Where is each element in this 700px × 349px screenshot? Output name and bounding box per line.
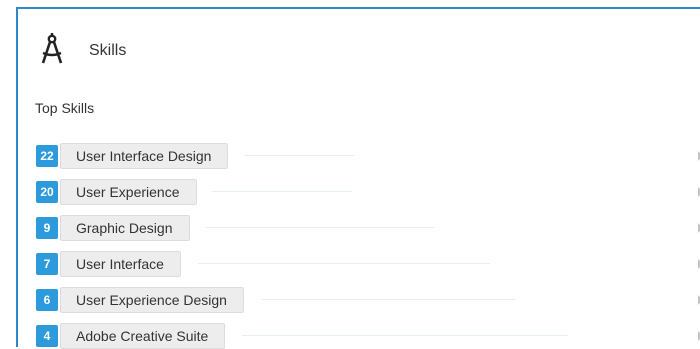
endorsement-count-badge: 20 [36,181,58,203]
endorsement-track [242,335,568,336]
endorsement-track [212,191,352,192]
skill-row[interactable]: 9 Graphic Design [36,215,700,241]
skill-name-pill[interactable]: User Experience [60,179,197,205]
skill-name-pill[interactable]: User Interface [60,251,181,277]
skill-row[interactable]: 20 User Experience [36,179,700,205]
endorsement-track [262,299,516,300]
endorsement-track [198,263,490,264]
skill-name-pill[interactable]: Adobe Creative Suite [60,323,226,349]
endorsement-count-badge: 7 [36,253,58,275]
skill-row[interactable]: 22 User Interface Design [36,143,700,169]
skill-name-pill[interactable]: User Experience Design [60,287,244,313]
skill-row[interactable]: 6 User Experience Design [36,287,700,313]
endorsement-track [206,227,434,228]
skill-name-pill[interactable]: Graphic Design [60,215,190,241]
compass-drafting-icon [38,33,66,69]
section-title: Skills [89,42,127,59]
endorsement-count-badge: 6 [36,289,58,311]
skills-card: Skills Top Skills 22 User Interface Desi… [16,7,700,349]
endorsement-track [244,155,354,156]
endorsement-count-badge: 22 [36,145,58,167]
endorsement-count-badge: 4 [36,325,58,347]
skill-name-pill[interactable]: User Interface Design [60,143,229,169]
skill-row[interactable]: 4 Adobe Creative Suite [36,323,700,349]
top-skills-heading: Top Skills [35,100,95,116]
skills-header: Skills [38,31,126,71]
skill-row[interactable]: 7 User Interface [36,251,700,277]
endorsement-count-badge: 9 [36,217,58,239]
